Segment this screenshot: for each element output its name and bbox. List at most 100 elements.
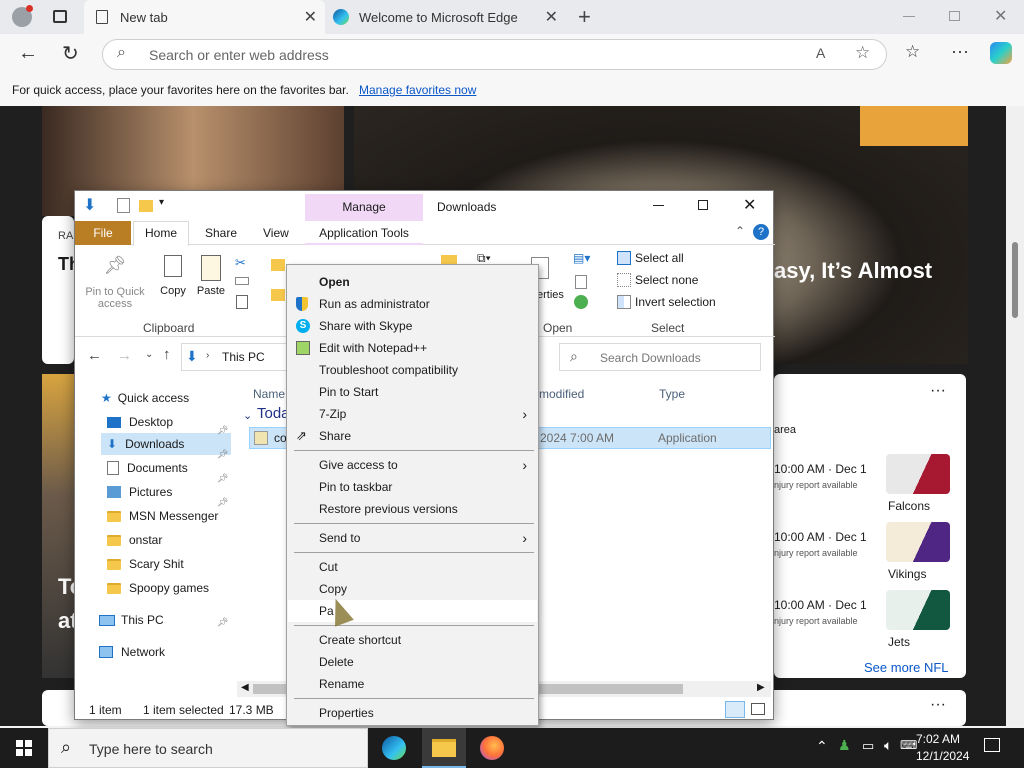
scrollbar[interactable] [1006, 106, 1024, 726]
column-header-name[interactable]: Name [253, 387, 285, 401]
properties-fragment[interactable]: erties [537, 289, 564, 301]
favorites-icon[interactable]: ☆ [905, 42, 920, 62]
nfl-more-icon[interactable]: ··· [930, 382, 946, 400]
forward-icon[interactable]: → [117, 347, 132, 364]
volume-icon[interactable]: 🔈︎ [884, 737, 892, 754]
clock-time[interactable]: 7:02 AM [916, 732, 960, 746]
manage-favorites-link[interactable]: Manage favorites now [359, 83, 476, 97]
read-aloud-icon[interactable]: A [816, 45, 825, 61]
open-icon[interactable]: ▤▾ [573, 251, 590, 265]
game-row[interactable]: 10:00 AM · Dec 1 njury report available … [774, 590, 966, 650]
paste-shortcut-icon[interactable] [236, 295, 248, 309]
close-icon[interactable]: ✕ [743, 195, 756, 215]
notifications-icon[interactable] [984, 738, 1000, 752]
menu-pin-to-start[interactable]: Pin to Start [288, 381, 537, 403]
copilot-icon[interactable] [990, 42, 1012, 64]
address-field[interactable]: ⬇ › This PC [181, 343, 287, 371]
edge-taskbar-icon[interactable] [382, 736, 406, 760]
firefox-taskbar-icon[interactable] [480, 736, 504, 760]
menu-share-with-skype[interactable]: S Share with Skype [288, 315, 537, 337]
people-icon[interactable]: ♟ [838, 737, 851, 754]
tab-new-tab[interactable]: New tab ✕ [84, 0, 325, 34]
minimize-icon[interactable] [903, 16, 915, 17]
paste-button[interactable]: Paste [193, 255, 229, 311]
menu-copy[interactable]: Copy [288, 578, 537, 600]
details-view-icon[interactable] [725, 701, 745, 718]
menu-open[interactable]: Open [288, 271, 537, 293]
headline-fragment[interactable]: asy, It’s Almost [774, 258, 932, 284]
nav-onstar[interactable]: onstar [107, 529, 162, 551]
game-row[interactable]: 10:00 AM · Dec 1 njury report available … [774, 522, 966, 582]
copy-path-icon[interactable] [235, 277, 249, 285]
restore-icon[interactable] [949, 11, 960, 21]
game-row[interactable]: 10:00 AM · Dec 1 njury report available … [774, 454, 966, 514]
copy-button[interactable]: Copy [155, 255, 191, 311]
column-header-type[interactable]: Type [659, 387, 685, 401]
keyboard-icon[interactable]: ⌨ [900, 738, 917, 752]
properties-check-icon[interactable] [117, 198, 130, 213]
menu-rename[interactable]: Rename [288, 673, 537, 695]
tab-share[interactable]: Share [205, 226, 237, 240]
tab-application-tools[interactable]: Application Tools [305, 221, 423, 245]
pin-quick-access-button[interactable]: 📌︎ Pin to Quick access [81, 255, 149, 311]
nav-network[interactable]: Network [99, 641, 165, 663]
scroll-left-icon[interactable]: ◀ [241, 682, 249, 693]
select-all-button[interactable]: Select all [617, 251, 684, 265]
see-more-nfl-link[interactable]: See more NFL [864, 660, 949, 675]
nav-this-pc[interactable]: This PC [99, 609, 164, 631]
cut-icon[interactable]: ✂ [235, 255, 246, 271]
help-icon[interactable]: ? [753, 224, 769, 240]
scroll-right-icon[interactable]: ▶ [757, 682, 765, 693]
large-icons-view-icon[interactable] [751, 703, 765, 715]
group-collapse-icon[interactable]: ⌄ [243, 409, 252, 422]
file-explorer-taskbar-icon[interactable] [422, 728, 466, 768]
menu-edit-with-notepad[interactable]: Edit with Notepad++ [288, 337, 537, 359]
taskbar-search-box[interactable]: ⌕ Type here to search [48, 728, 368, 768]
copy-to-icon[interactable] [271, 289, 285, 301]
more-icon[interactable]: ··· [951, 41, 969, 62]
edit-icon[interactable] [575, 275, 587, 289]
nav-quick-access[interactable]: ★ Quick access [101, 387, 189, 409]
address-bar[interactable]: ⌕ Search or enter web address A ☆ [102, 39, 887, 70]
tab-view[interactable]: View [263, 226, 289, 240]
menu-properties[interactable]: Properties [288, 702, 537, 724]
refresh-icon[interactable]: ↻ [62, 41, 79, 66]
nav-scary-shit[interactable]: Scary Shit [107, 553, 184, 575]
profile-icon[interactable] [12, 5, 33, 27]
new-tab-plus-icon[interactable]: + [578, 4, 591, 30]
history-icon[interactable] [574, 295, 588, 309]
up-icon[interactable]: ↑ [163, 346, 171, 363]
new-folder-icon[interactable] [139, 200, 153, 212]
menu-cut[interactable]: Cut [288, 556, 537, 578]
tab-home[interactable]: Home [133, 221, 189, 246]
tab-file[interactable]: File [75, 221, 131, 245]
network-status-icon[interactable]: ▭ [862, 738, 874, 754]
nav-documents[interactable]: Documents [107, 457, 188, 479]
show-hidden-icons-icon[interactable]: ⌃ [816, 738, 828, 755]
menu-paste[interactable]: Pa [288, 600, 537, 622]
menu-run-as-administrator[interactable]: Run as administrator [288, 293, 537, 315]
add-favorite-icon[interactable]: ☆ [855, 43, 870, 63]
recent-dropdown-icon[interactable]: ⌄ [145, 349, 153, 360]
invert-selection-button[interactable]: Invert selection [617, 295, 716, 309]
menu-give-access-to[interactable]: Give access to › [288, 454, 537, 476]
minimize-icon[interactable] [653, 205, 664, 206]
tab-actions-icon[interactable] [53, 10, 67, 23]
menu-restore-previous-versions[interactable]: Restore previous versions [288, 498, 537, 520]
search-downloads-field[interactable]: ⌕ Search Downloads [559, 343, 761, 371]
menu-send-to[interactable]: Send to › [288, 527, 537, 549]
manage-tab[interactable]: Manage [305, 194, 423, 221]
back-icon[interactable]: ← [87, 347, 102, 364]
menu-delete[interactable]: Delete [288, 651, 537, 673]
close-window-icon[interactable]: ✕ [994, 6, 1007, 26]
menu-create-shortcut[interactable]: Create shortcut [288, 629, 537, 651]
clock-date[interactable]: 12/1/2024 [916, 749, 969, 763]
left-card[interactable]: RA Th [42, 216, 80, 364]
nav-msn-messenger[interactable]: MSN Messenger [107, 505, 218, 527]
maximize-icon[interactable] [698, 200, 708, 210]
nav-desktop[interactable]: Desktop [107, 411, 173, 433]
back-icon[interactable]: ← [18, 42, 38, 65]
nav-pictures[interactable]: Pictures [107, 481, 172, 503]
down-arrow-icon[interactable]: ⬇ [83, 195, 96, 215]
nav-downloads[interactable]: ⬇ Downloads [107, 433, 184, 455]
